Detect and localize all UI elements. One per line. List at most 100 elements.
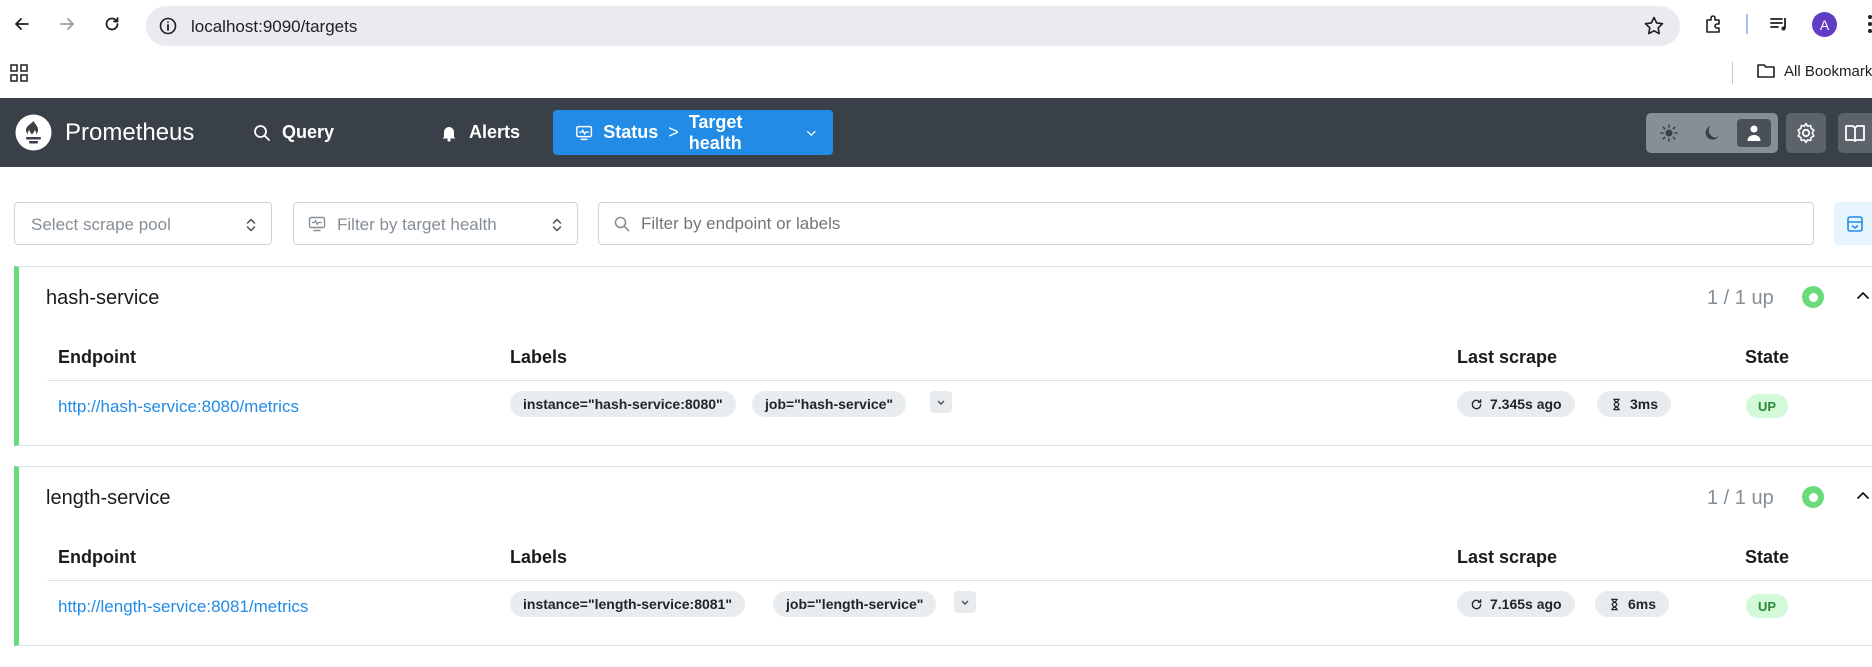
nav-status-page: Target health (688, 111, 743, 153)
pool-up-count: 1 / 1 up (1707, 287, 1774, 309)
expand-labels-button[interactable] (930, 391, 952, 413)
scrape-pool-card: length-service 1 / 1 up Endpoint Labels … (14, 466, 1872, 646)
extensions-button[interactable] (1702, 12, 1726, 36)
pool-name[interactable]: hash-service (46, 287, 159, 310)
expand-labels-button[interactable] (954, 591, 976, 613)
monitor-heart-icon (308, 216, 326, 232)
label-badge: job="hash-service" (752, 391, 907, 417)
last-scrape-badge: 7.345s ago (1457, 391, 1575, 417)
reload-icon (105, 17, 119, 31)
label-badge: job="length-service" (773, 591, 937, 617)
settings-button[interactable] (1786, 113, 1826, 153)
nav-status-menu[interactable]: Status > Target health (553, 110, 833, 155)
chevron-up-icon[interactable] (1854, 487, 1872, 505)
all-bookmarks-button[interactable]: All Bookmarks (1756, 62, 1872, 80)
auto-theme-button[interactable] (1737, 119, 1771, 147)
pool-health-indicator (1802, 486, 1824, 508)
app-header: Prometheus Query Alerts Status > Target … (0, 98, 1872, 167)
column-header-last-scrape: Last scrape (1457, 547, 1558, 567)
select-chevrons-icon (246, 218, 256, 232)
prometheus-logo-icon[interactable] (15, 114, 52, 151)
hourglass-icon (1611, 598, 1618, 610)
all-bookmarks-label: All Bookmarks (1784, 62, 1872, 80)
dark-theme-button[interactable] (1695, 119, 1729, 147)
playlist-icon (1770, 18, 1786, 31)
hourglass-icon (1613, 398, 1620, 410)
reload-button[interactable] (98, 10, 126, 38)
pool-health-indicator (1802, 286, 1824, 308)
bookmark-star-icon[interactable] (1642, 14, 1666, 38)
back-arrow-icon (15, 18, 29, 30)
target-health-select[interactable]: Filter by target health (293, 202, 578, 245)
toolbar-divider (1746, 14, 1748, 34)
moon-icon (1705, 126, 1719, 140)
chevron-down-icon (961, 600, 969, 605)
user-icon (1747, 125, 1761, 141)
scrape-duration-value: 3ms (1630, 396, 1659, 412)
light-theme-button[interactable] (1652, 119, 1686, 147)
back-button[interactable] (8, 10, 36, 38)
chevron-down-icon (937, 400, 945, 405)
forward-button[interactable] (53, 10, 81, 38)
column-header-endpoint: Endpoint (58, 347, 136, 367)
pool-name[interactable]: length-service (46, 487, 171, 510)
scrape-duration-badge: 6ms (1595, 591, 1670, 617)
layout-collapse-icon (1847, 215, 1863, 232)
kebab-menu-icon (1868, 15, 1872, 33)
column-header-endpoint: Endpoint (58, 547, 136, 567)
nav-alerts[interactable]: Alerts (425, 110, 534, 155)
scrape-duration-badge: 3ms (1597, 391, 1672, 417)
select-chevrons-icon (552, 218, 562, 232)
folder-icon (1757, 64, 1775, 78)
bookmarks-bar: All Bookmarks (0, 48, 1872, 98)
puzzle-icon (1706, 15, 1720, 33)
gear-icon (1797, 122, 1815, 144)
nav-status-section: Status (603, 122, 659, 142)
label-badge: instance="length-service:8081" (510, 591, 745, 617)
target-health-placeholder: Filter by target health (337, 215, 497, 234)
pool-up-count: 1 / 1 up (1707, 487, 1774, 509)
address-bar[interactable]: localhost:9090/targets (146, 6, 1680, 46)
monitor-heart-icon (576, 125, 593, 140)
url-text[interactable]: localhost:9090/targets (191, 17, 357, 37)
column-header-state: State (1745, 547, 1790, 567)
scrape-duration-value: 6ms (1628, 596, 1657, 612)
media-button[interactable] (1767, 12, 1791, 36)
bookmarks-divider (1732, 62, 1733, 84)
browser-menu-button[interactable] (1858, 12, 1872, 36)
browser-toolbar: localhost:9090/targets A (0, 0, 1872, 48)
search-input[interactable] (641, 212, 1791, 236)
site-info-icon[interactable] (158, 16, 178, 36)
last-scrape-value: 7.345s ago (1490, 396, 1562, 412)
last-scrape-badge: 7.165s ago (1457, 591, 1575, 617)
column-header-state: State (1745, 347, 1790, 367)
table-divider (47, 580, 1872, 581)
nav-query-label: Query (282, 122, 335, 142)
table-divider (47, 380, 1872, 381)
forward-arrow-icon (60, 18, 74, 30)
endpoint-link[interactable]: http://hash-service:8080/metrics (58, 397, 299, 417)
docs-button[interactable] (1838, 113, 1872, 153)
app-brand[interactable]: Prometheus (65, 119, 194, 147)
search-icon (254, 124, 270, 141)
chevron-down-icon (807, 130, 816, 136)
column-header-last-scrape: Last scrape (1457, 347, 1558, 367)
scrape-pool-select[interactable]: Select scrape pool (14, 202, 272, 245)
chevron-up-icon[interactable] (1854, 287, 1872, 305)
bell-icon (442, 126, 456, 142)
nav-query[interactable]: Query (238, 110, 348, 155)
book-icon (1845, 125, 1865, 142)
endpoint-label-search[interactable] (598, 202, 1814, 245)
collapse-all-button[interactable] (1834, 202, 1872, 245)
nav-alerts-label: Alerts (469, 122, 521, 142)
target-state-badge: UP (1746, 594, 1789, 618)
last-scrape-value: 7.165s ago (1490, 596, 1562, 612)
endpoint-link[interactable]: http://length-service:8081/metrics (58, 597, 308, 617)
nav-status-separator: > (668, 122, 679, 142)
search-icon (614, 216, 630, 232)
apps-grid-icon[interactable] (9, 63, 29, 83)
profile-avatar[interactable]: A (1812, 12, 1837, 37)
column-header-labels: Labels (510, 547, 568, 567)
scrape-pool-placeholder: Select scrape pool (31, 215, 171, 234)
column-header-labels: Labels (510, 347, 568, 367)
